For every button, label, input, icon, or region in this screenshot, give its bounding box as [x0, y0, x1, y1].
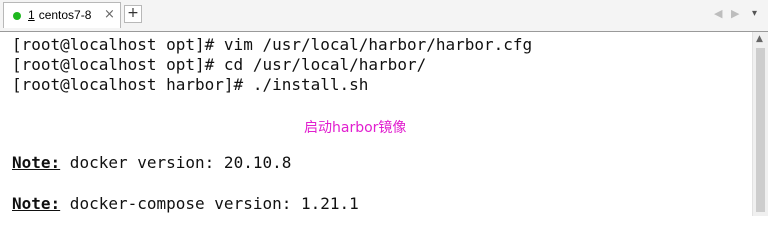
scroll-tabs-right-icon[interactable]: ▶	[731, 7, 739, 20]
terminal-line: [root@localhost opt]# vim /usr/local/har…	[12, 35, 533, 54]
note-line: Note: docker-compose version: 1.21.1	[12, 194, 359, 214]
tab-bar: 1 centos7-8 × + ◀ ▶ ▾	[0, 0, 768, 32]
tab-list-menu-icon[interactable]: ▾	[752, 8, 757, 19]
terminal-window: 1 centos7-8 × + ◀ ▶ ▾ [root@localhost opt…	[0, 0, 768, 216]
terminal-line: [root@localhost opt]# cd /usr/local/harb…	[12, 55, 427, 74]
note-line: Note: docker version: 20.10.8	[12, 153, 291, 173]
terminal-output[interactable]: [root@localhost opt]# vim /usr/local/har…	[0, 32, 752, 216]
vertical-scrollbar[interactable]: ▲	[752, 32, 768, 216]
scroll-tabs-left-icon[interactable]: ◀	[714, 7, 722, 20]
scroll-up-icon[interactable]: ▲	[756, 34, 763, 44]
note-text: docker-compose version: 1.21.1	[60, 194, 359, 213]
note-text: docker version: 20.10.8	[60, 153, 292, 172]
terminal-line: [root@localhost harbor]# ./install.sh	[12, 75, 369, 94]
note-label: Note:	[12, 194, 61, 213]
tab-centos7-8[interactable]: 1 centos7-8 ×	[3, 2, 121, 28]
annotation-text: 启动harbor镜像	[304, 120, 407, 136]
close-icon[interactable]: ×	[104, 7, 115, 23]
tab-title: centos7-8	[38, 8, 92, 22]
tab-label: 1 centos7-8	[28, 8, 91, 22]
connected-status-icon	[13, 12, 21, 20]
tab-number: 1	[28, 8, 35, 22]
add-tab-button[interactable]: +	[124, 5, 142, 23]
note-label: Note:	[12, 153, 61, 172]
scrollbar-thumb[interactable]	[756, 48, 765, 212]
